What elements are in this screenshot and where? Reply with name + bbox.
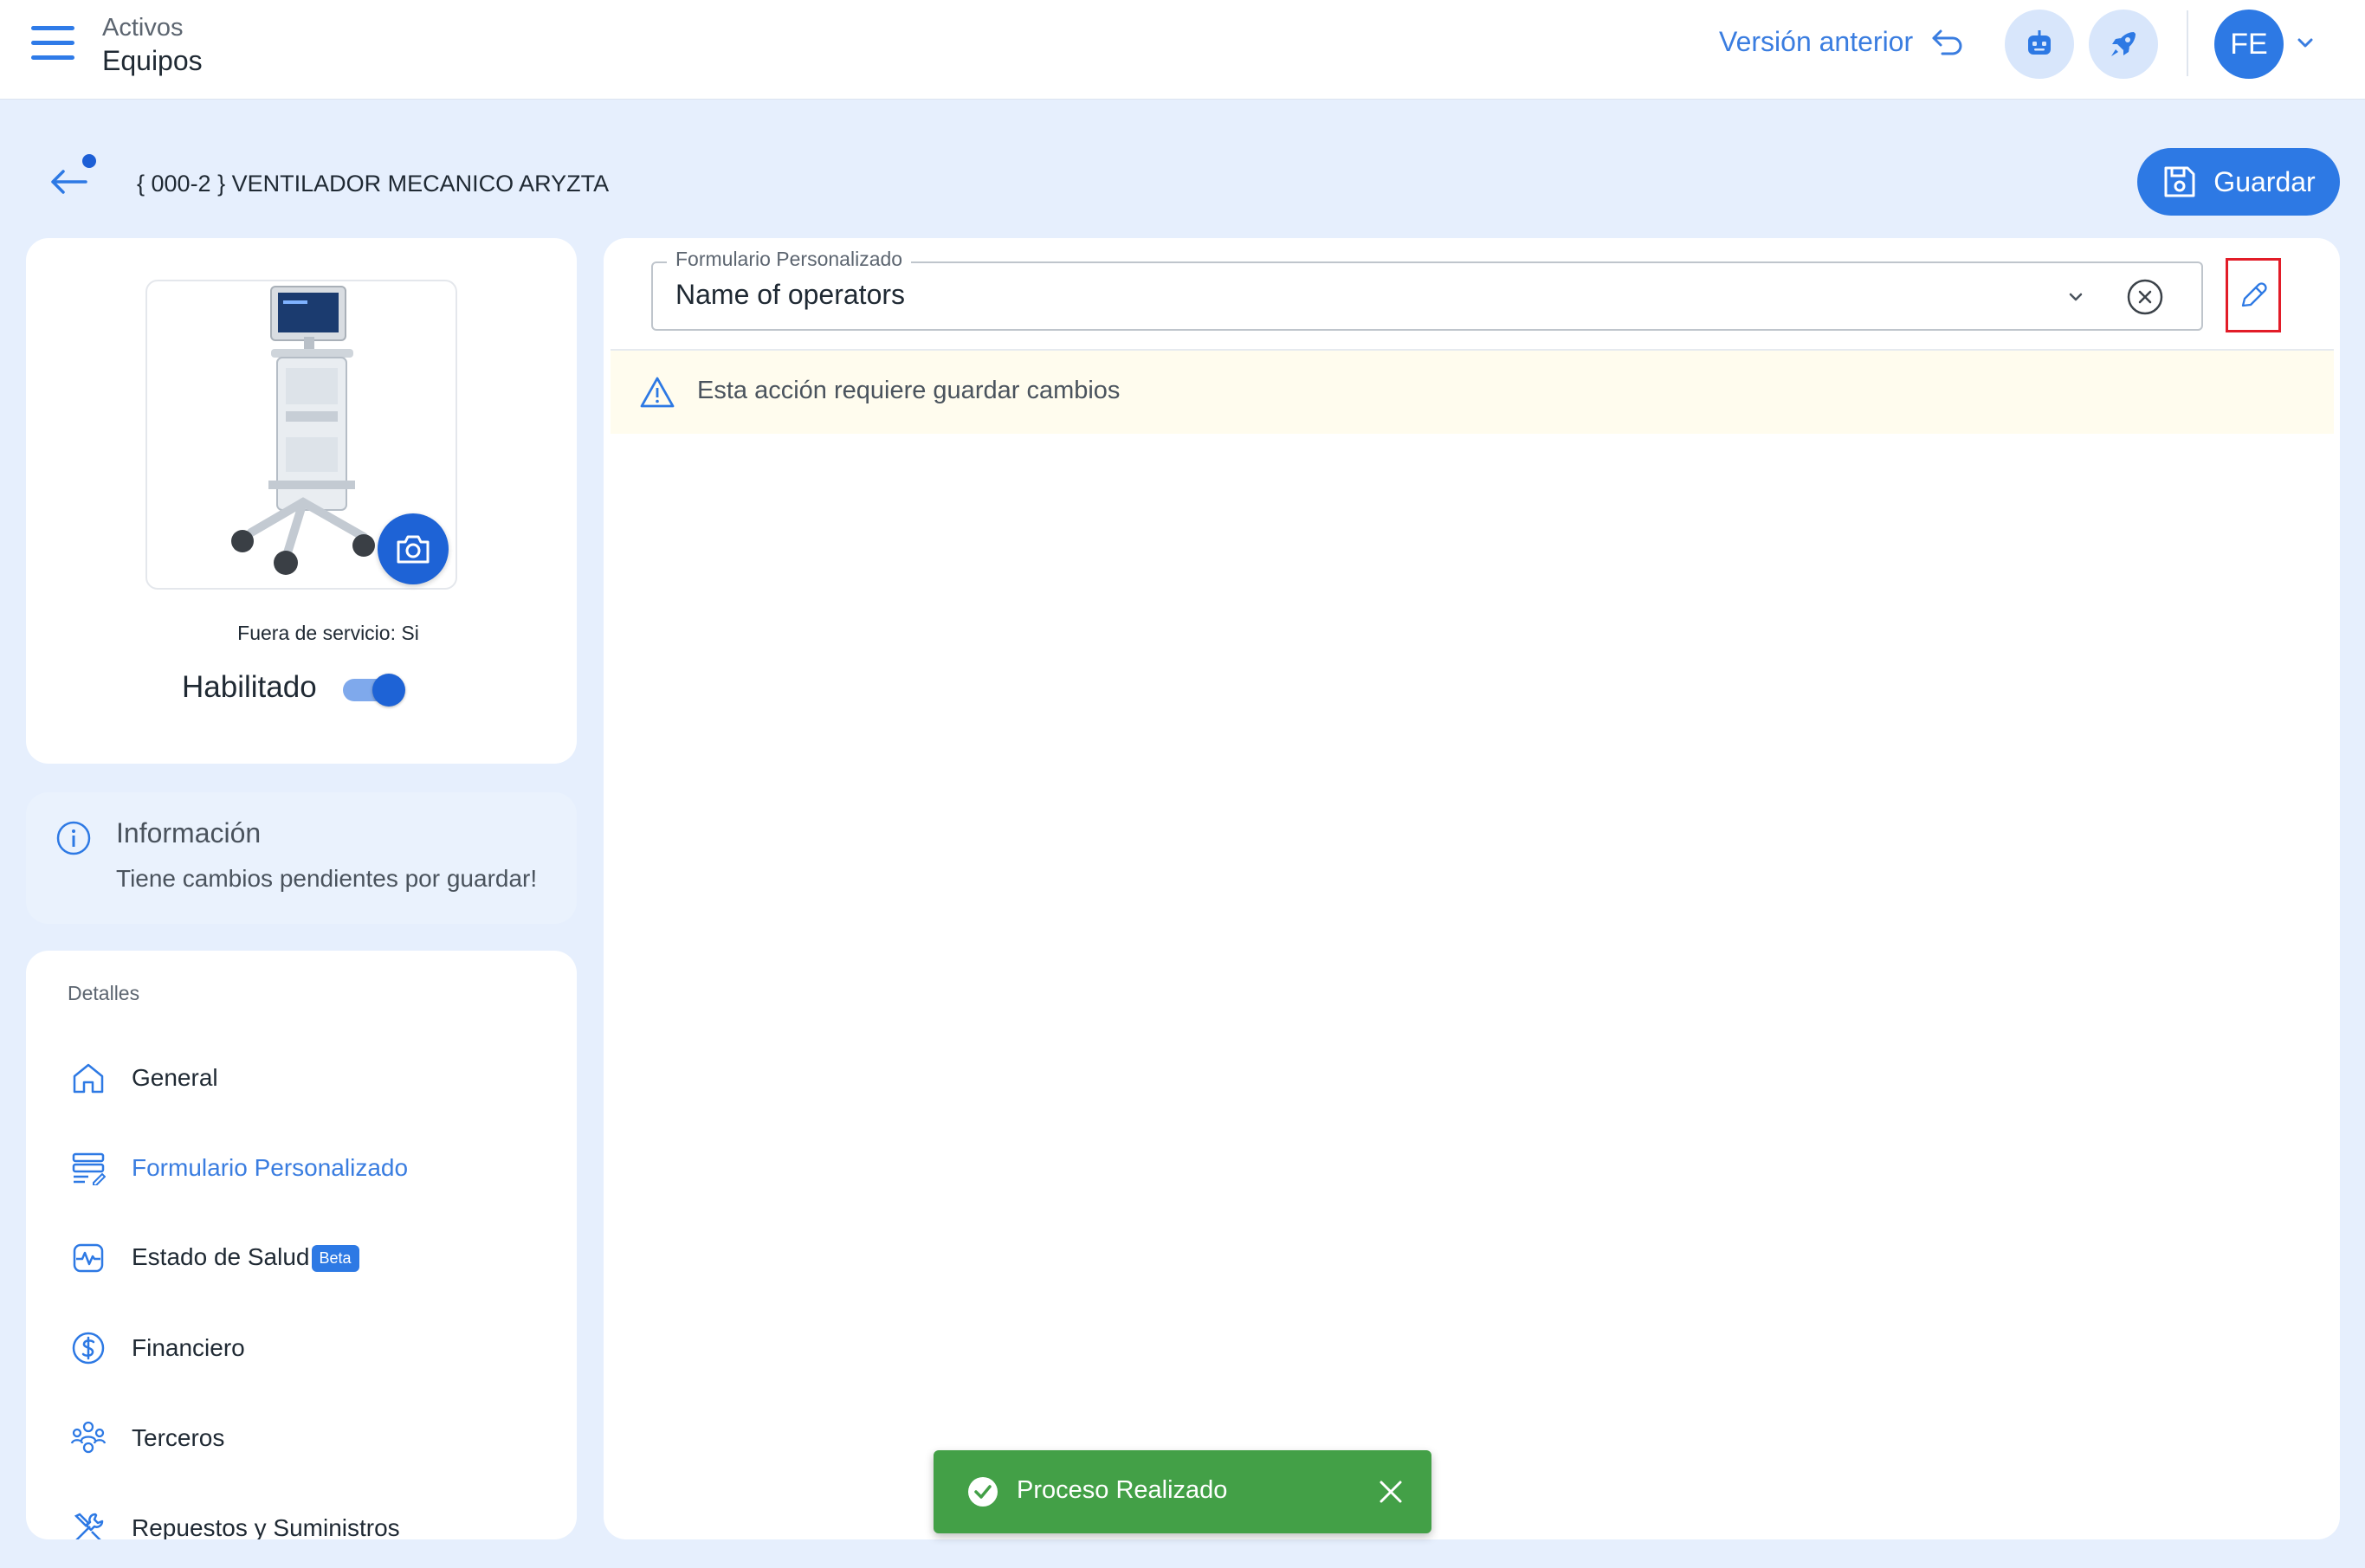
chevron-down-icon[interactable] [2063,284,2089,310]
health-icon [73,1243,104,1273]
details-heading: Detalles [68,982,140,1004]
save-button-label: Guardar [2213,165,2316,197]
nav-item-label: Repuestos y Suministros [132,1514,400,1539]
nav-item-general[interactable]: General [61,1043,572,1113]
divider [2187,10,2188,76]
assistant-bot-button[interactable] [2005,10,2074,79]
chevron-down-icon[interactable] [2295,33,2316,54]
out-of-service-text: Fuera de servicio: Si [237,622,419,644]
dollar-icon [72,1332,105,1365]
warning-icon [640,377,675,408]
nav-item-parts-supplies[interactable]: Repuestos y Suministros [61,1494,572,1539]
warning-banner: Esta acción requiere guardar cambios [611,351,2334,434]
nav-item-label: Financiero [132,1334,245,1361]
breadcrumb-section: Activos [102,14,184,42]
nav-item-health[interactable]: Estado de Salud Beta [61,1223,572,1293]
user-avatar[interactable]: FE [2214,10,2284,79]
nav-item-label: Estado de Salud [132,1242,310,1270]
pencil-icon [2241,282,2267,307]
info-message: Tiene cambios pendientes por guardar! [116,865,538,892]
floppy-disk-icon [2164,166,2195,197]
info-title: Información [116,817,262,849]
custom-form-select-label: Formulario Personalizado [667,248,912,271]
robot-icon [2028,30,2051,55]
enabled-label: Habilitado [182,670,317,704]
top-bar: Activos Equipos Versión anterior FE [0,0,2365,100]
toast-message: Proceso Realizado [1017,1476,1228,1504]
success-toast: Proceso Realizado [934,1450,1431,1533]
nav-item-custom-form[interactable]: Formulario Personalizado [61,1133,572,1203]
check-circle-icon [968,1477,998,1507]
info-icon [56,821,91,855]
close-icon[interactable] [1377,1478,1405,1506]
toggle-knob [372,674,405,707]
tools-icon [74,1513,104,1539]
rocket-icon [2111,32,2136,56]
launch-button[interactable] [2089,10,2158,79]
menu-icon[interactable] [31,26,74,61]
camera-icon [397,535,430,564]
nav-item-label: Terceros [132,1424,225,1451]
beta-badge: Beta [311,1244,359,1272]
change-photo-button[interactable] [378,513,449,584]
nav-item-financial[interactable]: Financiero [61,1313,572,1383]
previous-version-link[interactable]: Versión anterior [1719,26,1965,58]
back-arrow-icon[interactable] [48,165,89,199]
nav-item-label: Formulario Personalizado [132,1154,409,1181]
info-panel: Información Tiene cambios pendientes por… [26,792,577,924]
breadcrumb-page: Equipos [102,45,203,76]
nav-item-third-parties[interactable]: Terceros [61,1403,572,1473]
nav-item-label: General [132,1064,218,1091]
details-card: Detalles General Formulario Personalizad… [26,951,577,1539]
custom-form-select-value: Name of operators [675,279,906,310]
unsaved-indicator-dot [82,154,96,168]
previous-version-label: Versión anterior [1719,26,1914,57]
edit-form-button[interactable] [2226,258,2281,332]
undo-icon [1932,29,1962,55]
asset-card: Fuera de servicio: Si Habilitado [26,238,577,764]
clear-selection-icon[interactable] [2125,277,2165,317]
asset-title: { 000-2 } VENTILADOR MECANICO ARYZTA [137,171,610,197]
warning-text: Esta acción requiere guardar cambios [697,377,1121,404]
form-icon [72,1152,106,1185]
enabled-toggle[interactable] [339,674,405,707]
save-button[interactable]: Guardar [2137,148,2340,216]
people-icon [70,1421,107,1454]
home-icon [73,1063,104,1094]
